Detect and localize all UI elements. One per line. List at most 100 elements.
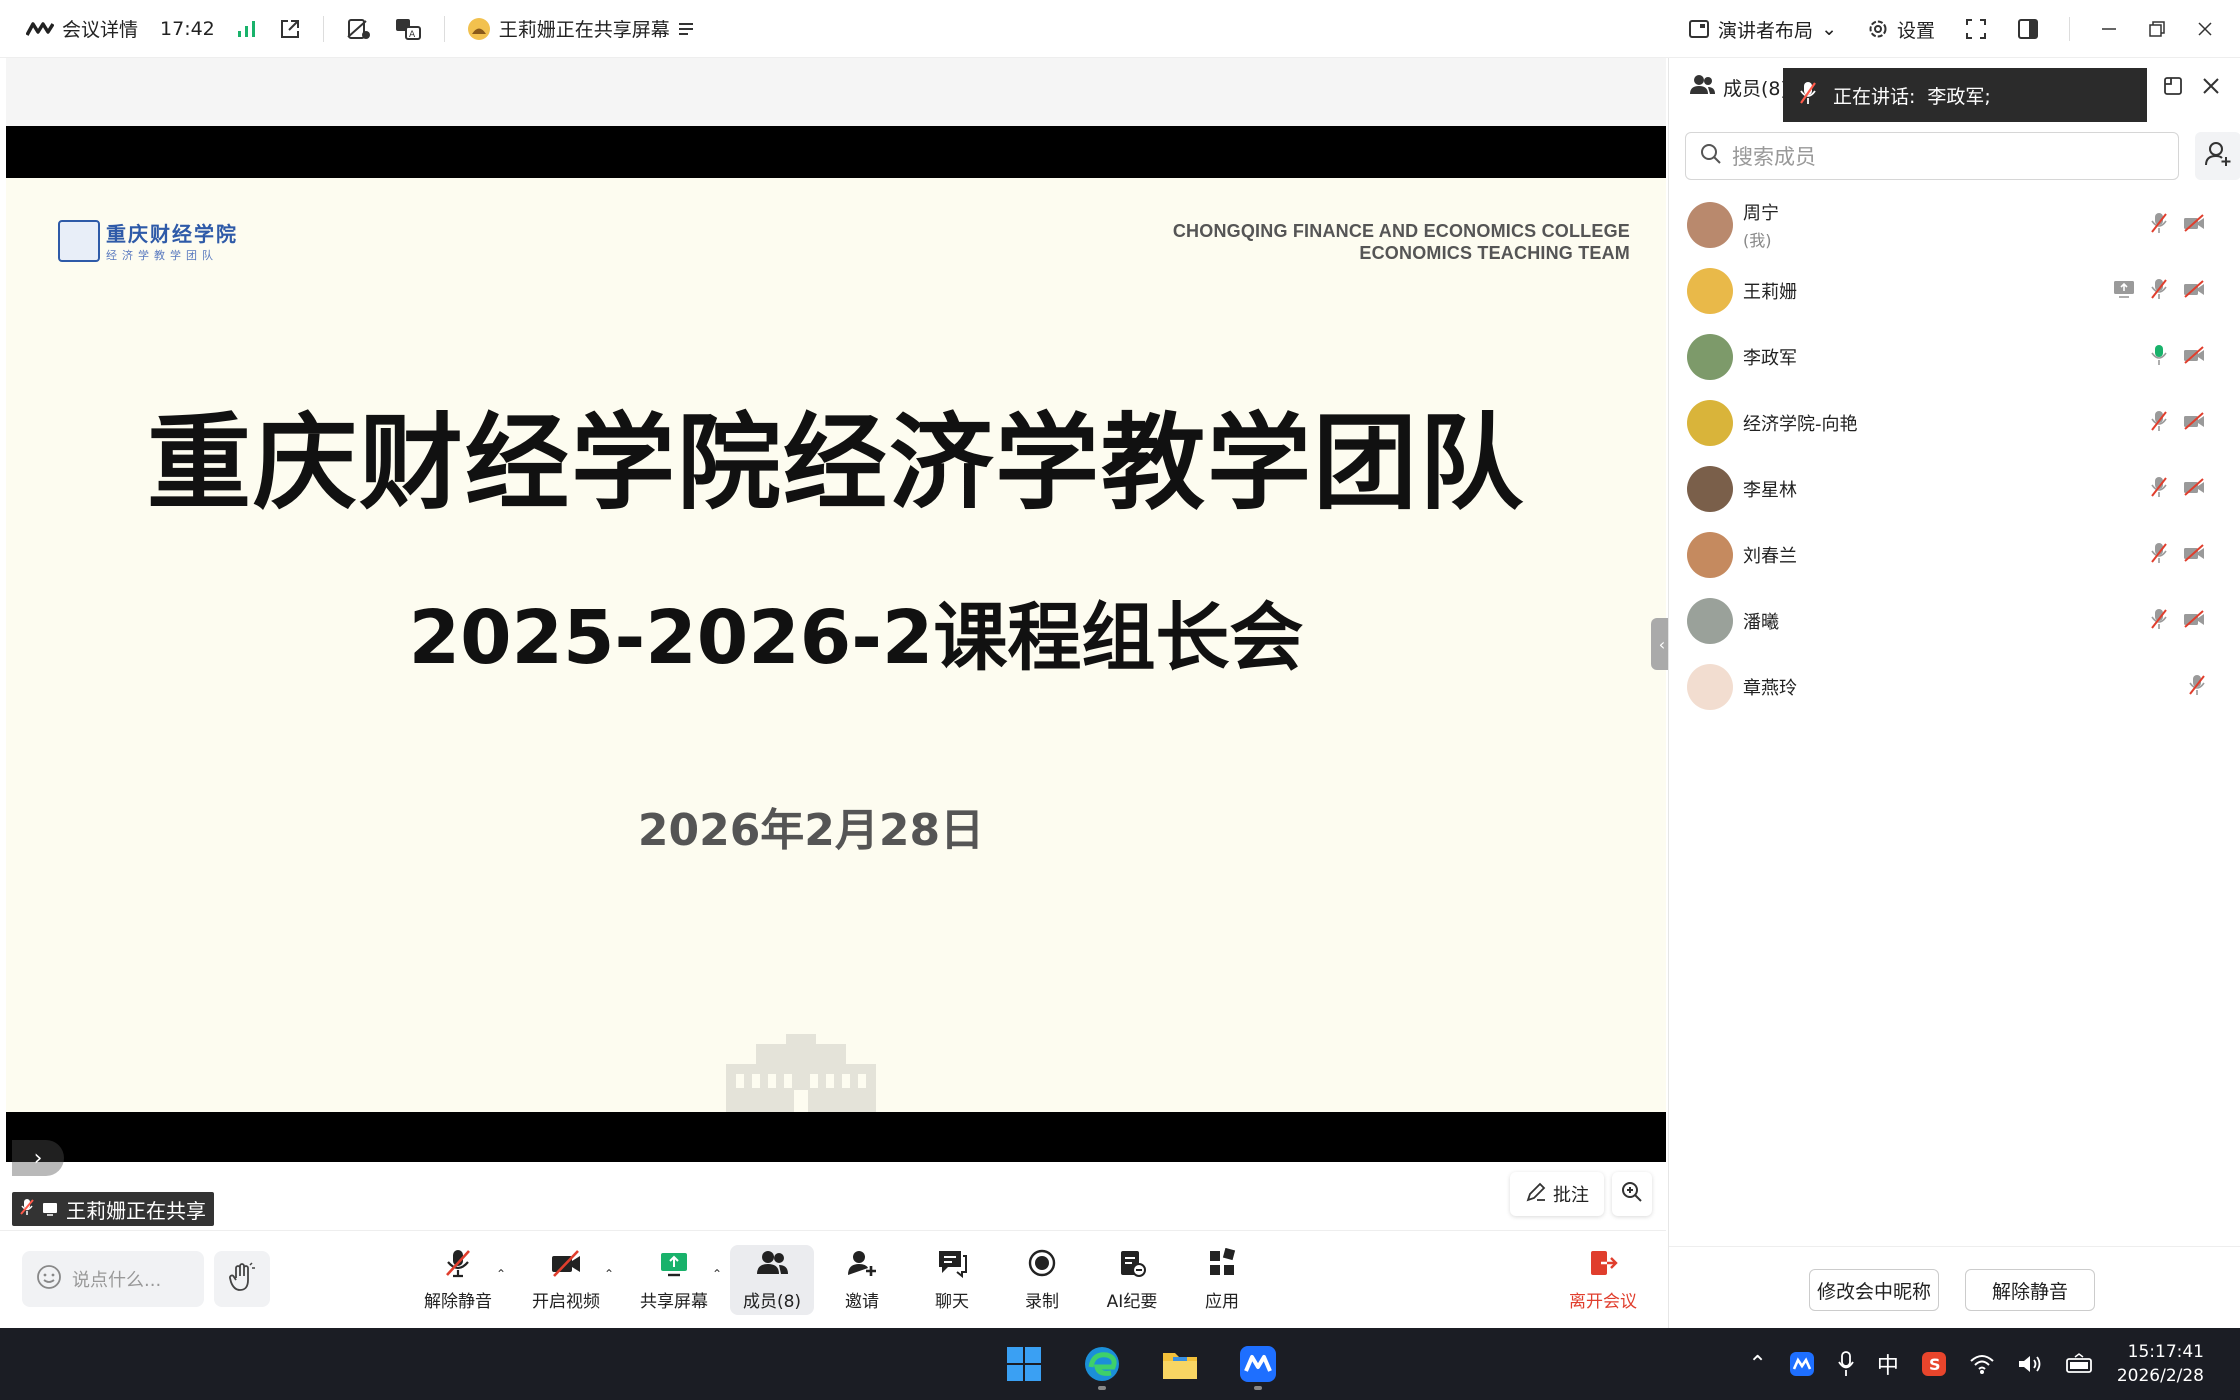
sogou-ime-icon[interactable]: S xyxy=(1921,1351,1947,1377)
add-member-button[interactable] xyxy=(2195,132,2240,180)
signal-icon[interactable] xyxy=(237,20,257,38)
leave-meeting-button[interactable]: 离开会议 xyxy=(1560,1245,1646,1315)
member-row[interactable]: 章燕玲 xyxy=(1669,654,2240,720)
member-row[interactable]: 潘曦 xyxy=(1669,588,2240,654)
expand-gallery-button[interactable]: › xyxy=(12,1140,64,1176)
member-avatar xyxy=(1687,334,1733,380)
chat-placeholder: 说点什么... xyxy=(72,1270,162,1291)
members-label: 成员(8) xyxy=(742,1292,802,1312)
fullscreen-icon[interactable] xyxy=(1965,18,1987,40)
meeting-details-button[interactable]: 会议详情 xyxy=(26,15,138,42)
caret-up-icon[interactable]: ⌃ xyxy=(604,1267,614,1281)
rename-button[interactable]: 修改会中昵称 xyxy=(1809,1269,1939,1311)
zoom-button[interactable] xyxy=(1612,1172,1652,1216)
member-row[interactable]: 刘春兰 xyxy=(1669,522,2240,588)
add-user-icon xyxy=(2205,141,2231,171)
invite-button[interactable]: 邀请 xyxy=(820,1245,904,1315)
minimize-icon[interactable] xyxy=(2100,20,2118,38)
member-row[interactable]: 王莉姗 xyxy=(1669,258,2240,324)
chat-button[interactable]: 聊天 xyxy=(910,1245,994,1315)
start-video-button[interactable]: 开启视频 ⌃ xyxy=(524,1245,614,1315)
edge-browser-icon[interactable] xyxy=(1074,1336,1130,1392)
sharing-status-label: 王莉姗正在共享屏幕 xyxy=(498,19,670,41)
layout-label: 演讲者布局 xyxy=(1718,19,1814,42)
member-avatar xyxy=(1687,664,1733,710)
stage-bottom-bar xyxy=(6,1162,1666,1230)
member-name: 经济学院-向艳 xyxy=(1743,410,1858,436)
members-panel: 成员(8) 正在讲话: 李政军; 搜索成员 周宁 (我) 王莉姗 李政军 经济学… xyxy=(1668,58,2240,1328)
member-avatar xyxy=(1687,400,1733,446)
members-tab[interactable]: 成员(8) xyxy=(1689,74,1788,101)
microphone-icon[interactable] xyxy=(1837,1351,1855,1377)
share-screen-label: 共享屏幕 xyxy=(640,1292,708,1312)
file-explorer-icon[interactable] xyxy=(1152,1336,1208,1392)
popout-panel-icon[interactable] xyxy=(2163,76,2183,100)
unmute-button[interactable]: 解除静音 ⌃ xyxy=(416,1245,506,1315)
logo-line2: 经济学教学团队 xyxy=(106,249,218,262)
volume-icon[interactable] xyxy=(2017,1353,2043,1375)
member-row[interactable]: 周宁 (我) xyxy=(1669,192,2240,258)
menu-icon xyxy=(678,22,694,36)
ime-indicator[interactable]: 中 xyxy=(1877,1348,1899,1380)
wifi-icon[interactable] xyxy=(1969,1353,1995,1375)
panel-unmute-button[interactable]: 解除静音 xyxy=(1965,1269,2095,1311)
member-avatar xyxy=(1687,532,1733,578)
quick-chat-input[interactable]: 说点什么... xyxy=(22,1251,204,1307)
record-button[interactable]: 录制 xyxy=(1000,1245,1084,1315)
building-watermark-icon xyxy=(726,1034,876,1112)
muted-mic-icon xyxy=(2151,212,2167,238)
restore-icon[interactable] xyxy=(2148,20,2166,38)
chevron-up-icon[interactable]: ⌃ xyxy=(1748,1352,1766,1377)
running-indicator xyxy=(1254,1386,1262,1390)
chevron-left-icon: ‹ xyxy=(1658,634,1666,654)
sharer-status[interactable]: 王莉姗正在共享屏幕 xyxy=(467,15,694,42)
mic-on-icon xyxy=(2151,344,2167,370)
divider xyxy=(322,15,324,42)
close-panel-icon[interactable] xyxy=(2201,76,2221,100)
layout-dropdown[interactable]: 演讲者布局 ⌄ xyxy=(1688,16,1837,43)
svg-text:S: S xyxy=(1929,1355,1941,1374)
member-row[interactable]: 李政军 xyxy=(1669,324,2240,390)
translate-icon[interactable]: A xyxy=(394,17,422,41)
start-video-label: 开启视频 xyxy=(532,1292,600,1312)
ai-notes-icon[interactable] xyxy=(346,17,372,41)
settings-button[interactable]: 设置 xyxy=(1867,16,1935,43)
start-menu-icon[interactable] xyxy=(996,1336,1052,1392)
members-button[interactable]: 成员(8) xyxy=(730,1245,814,1315)
ai-minutes-button[interactable]: AI纪要 xyxy=(1090,1245,1174,1315)
popout-icon[interactable] xyxy=(279,18,301,40)
caret-up-icon[interactable]: ⌃ xyxy=(496,1267,506,1281)
stage-top-margin xyxy=(6,58,1666,126)
share-screen-button[interactable]: 共享屏幕 ⌃ xyxy=(632,1245,722,1315)
member-name-text: 周宁 xyxy=(1743,203,1779,224)
presentation-slide: 重庆财经学院 经济学教学团队 CHONGQING FINANCE AND ECO… xyxy=(6,178,1666,1112)
member-row[interactable]: 经济学院-向艳 xyxy=(1669,390,2240,456)
member-search-input[interactable]: 搜索成员 xyxy=(1685,132,2179,180)
raise-hand-button[interactable] xyxy=(214,1251,270,1307)
tencent-meeting-taskbar-icon[interactable] xyxy=(1230,1336,1286,1392)
muted-mic-icon xyxy=(2151,278,2167,304)
layout-icon xyxy=(1688,19,1710,39)
system-clock[interactable]: 15:17:41 2026/2/28 xyxy=(2117,1340,2204,1388)
divider xyxy=(443,15,445,42)
meeting-details-label: 会议详情 xyxy=(62,19,139,41)
speaking-label: 正在讲话: xyxy=(1833,85,1916,108)
apps-button[interactable]: 应用 xyxy=(1180,1245,1264,1315)
member-name-text: 李政军 xyxy=(1743,348,1797,369)
gear-icon xyxy=(1867,18,1889,40)
video-off-icon xyxy=(2183,610,2205,632)
member-name: 李星林 xyxy=(1743,476,1797,502)
annotate-button[interactable]: 批注 xyxy=(1510,1172,1604,1216)
video-off-icon xyxy=(2183,412,2205,434)
windows-taskbar: ⌃ 中 S 15:17:41 2026/2/28 xyxy=(0,1328,2240,1400)
muted-mic-icon xyxy=(1799,81,1817,110)
zoom-in-icon xyxy=(1620,1180,1644,1208)
muted-mic-icon xyxy=(2151,542,2167,568)
battery-icon[interactable] xyxy=(2065,1353,2095,1375)
tencent-meeting-tray-icon[interactable] xyxy=(1789,1351,1815,1377)
members-icon xyxy=(755,1248,789,1283)
caret-up-icon[interactable]: ⌃ xyxy=(712,1267,722,1281)
sidebar-toggle-icon[interactable] xyxy=(2017,18,2039,40)
close-icon[interactable] xyxy=(2196,20,2214,38)
member-row[interactable]: 李星林 xyxy=(1669,456,2240,522)
